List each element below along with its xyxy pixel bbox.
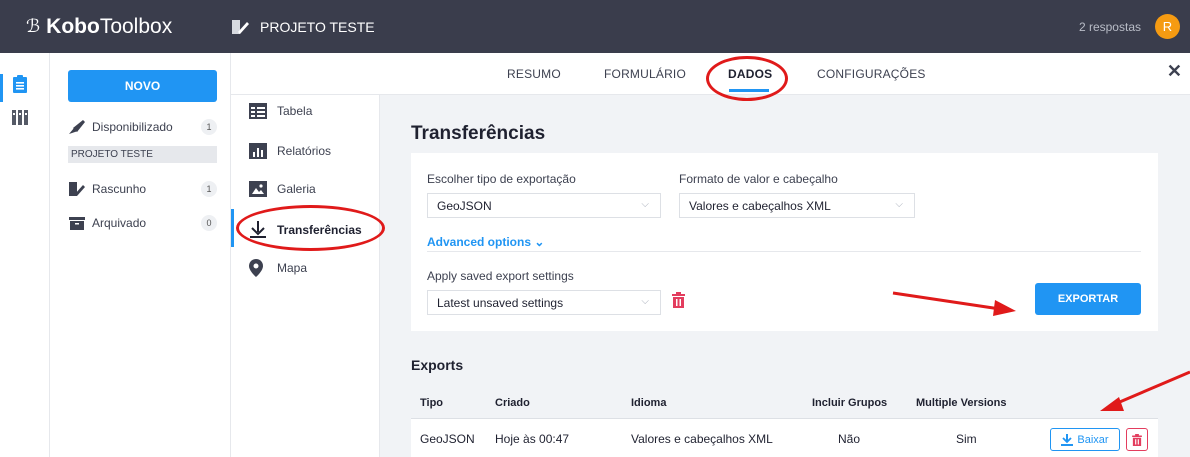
table-icon <box>249 103 269 119</box>
divider <box>427 251 1141 252</box>
column-header-created: Criado <box>495 397 530 409</box>
exports-heading: Exports <box>411 357 464 373</box>
column-header-type: Tipo <box>420 397 444 409</box>
project-title[interactable]: PROJETO TESTE <box>260 19 375 35</box>
trash-icon <box>1132 433 1142 446</box>
subnav-label: Relatórios <box>277 144 332 158</box>
map-pin-icon <box>249 259 269 277</box>
reports-icon <box>249 143 269 159</box>
cell-include-groups: Não <box>838 432 861 446</box>
tab-settings[interactable]: CONFIGURAÇÕES <box>817 67 926 81</box>
chevron-down-icon: ⌵ <box>641 199 649 210</box>
deployed-project-icon <box>232 19 249 34</box>
download-export-button[interactable]: Baixar <box>1050 428 1120 451</box>
saved-settings-value: Latest unsaved settings <box>437 295 564 310</box>
column-header-language: Idioma <box>631 397 667 409</box>
tab-summary[interactable]: RESUMO <box>507 67 561 81</box>
logo-text-toolbox: Toolbox <box>99 14 173 38</box>
tab-form[interactable]: FORMULÁRIO <box>604 67 686 81</box>
draft-icon <box>68 181 86 197</box>
subnav-label: Tabela <box>277 104 313 118</box>
format-select[interactable]: Valores e cabeçalhos XML ⌵ <box>679 193 915 218</box>
project-title-area: PROJETO TESTE <box>230 17 375 37</box>
new-project-button[interactable]: NOVO <box>68 70 217 102</box>
subnav-item-reports[interactable]: Relatórios <box>249 143 331 159</box>
count-badge: 1 <box>201 119 217 135</box>
chevron-down-icon: ⌄ <box>534 235 545 249</box>
sidebar-item-archived[interactable]: Arquivado 0 <box>68 215 217 231</box>
library-icon[interactable] <box>12 109 28 125</box>
export-type-label: Escolher tipo de exportação <box>427 172 576 186</box>
main-content: Transferências Escolher tipo de exportaç… <box>380 95 1190 457</box>
page-title: Transferências <box>411 123 546 144</box>
export-settings-card: Escolher tipo de exportação GeoJSON ⌵ Fo… <box>411 153 1158 331</box>
count-badge: 1 <box>201 181 217 197</box>
count-badge: 0 <box>201 215 217 231</box>
sidebar-item-draft[interactable]: Rascunho 1 <box>68 181 217 197</box>
logo-text-kobo: Kobo <box>46 14 100 38</box>
sidebar-item-label: Disponibilizado <box>92 120 173 134</box>
sidebar-item-label: Arquivado <box>92 216 147 230</box>
user-avatar[interactable]: R <box>1155 14 1180 39</box>
responses-count: 2 respostas <box>1078 19 1141 34</box>
projects-sidebar: NOVO Disponibilizado 1 PROJETO TESTE Ras… <box>51 53 231 457</box>
download-label: Baixar <box>1077 433 1109 446</box>
format-value: Valores e cabeçalhos XML <box>689 198 831 213</box>
kobotoolbox-logo[interactable]: ℬ Kobo Toolbox <box>0 0 230 53</box>
chevron-down-icon: ⌵ <box>641 296 649 307</box>
saved-settings-label: Apply saved export settings <box>427 269 574 283</box>
saved-settings-select[interactable]: Latest unsaved settings ⌵ <box>427 290 661 315</box>
sidebar-project-entry[interactable]: PROJETO TESTE <box>68 146 217 163</box>
trash-icon[interactable] <box>672 292 685 308</box>
cell-multiple-versions: Sim <box>956 432 977 446</box>
rocket-icon <box>68 119 86 135</box>
advanced-options-label: Advanced options <box>427 235 532 249</box>
top-bar: ℬ Kobo Toolbox PROJETO TESTE 2 respostas … <box>0 0 1190 53</box>
subnav-item-map[interactable]: Mapa <box>249 259 307 277</box>
column-header-include-groups: Incluir Grupos <box>812 397 888 409</box>
subnav-item-table[interactable]: Tabela <box>249 103 312 119</box>
chevron-down-icon: ⌵ <box>895 199 903 210</box>
annotation-circle-data-tab <box>706 56 788 101</box>
icon-rail <box>0 53 50 457</box>
annotation-circle-downloads <box>236 205 385 251</box>
delete-export-button[interactable] <box>1126 428 1148 451</box>
cell-created: Hoje às 00:47 <box>495 432 570 446</box>
subnav-item-gallery[interactable]: Galeria <box>249 181 316 197</box>
download-icon <box>1061 433 1074 446</box>
column-header-multiple-versions: Multiple Versions <box>916 397 1007 409</box>
format-label: Formato de valor e cabeçalho <box>679 172 838 186</box>
subnav-label: Galeria <box>277 182 316 196</box>
kobo-logo-icon: ℬ <box>26 16 41 36</box>
export-button[interactable]: EXPORTAR <box>1035 283 1141 315</box>
subnav-label: Mapa <box>277 261 308 275</box>
sidebar-item-label: Rascunho <box>92 182 147 196</box>
export-type-value: GeoJSON <box>437 198 492 213</box>
rail-active-indicator <box>0 74 3 102</box>
cell-language: Valores e cabeçalhos XML <box>631 432 773 446</box>
archive-icon <box>68 215 86 231</box>
advanced-options-toggle[interactable]: Advanced options ⌄ <box>427 235 544 249</box>
forms-icon[interactable] <box>12 75 28 93</box>
cell-type: GeoJSON <box>420 432 475 446</box>
gallery-icon <box>249 181 269 197</box>
subnav-active-indicator <box>231 209 234 247</box>
data-subnav: Tabela Relatórios Galeria Transferências… <box>231 95 380 457</box>
sidebar-item-deployed[interactable]: Disponibilizado 1 <box>68 119 217 135</box>
close-icon[interactable]: ✕ <box>1167 61 1182 82</box>
export-type-select[interactable]: GeoJSON ⌵ <box>427 193 661 218</box>
